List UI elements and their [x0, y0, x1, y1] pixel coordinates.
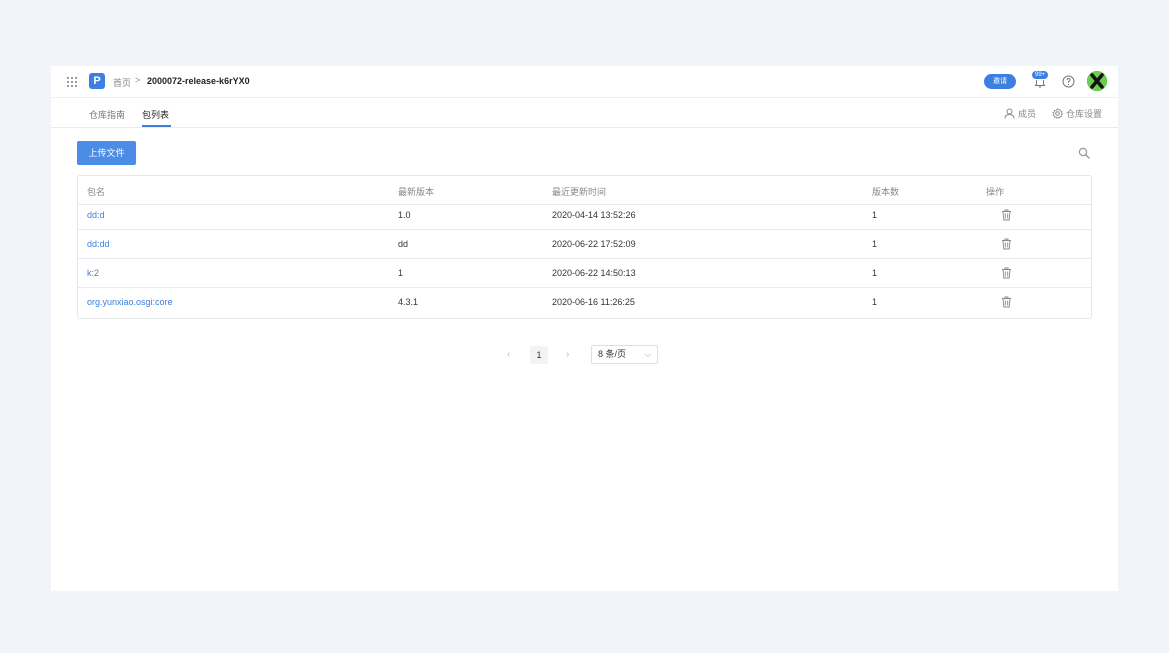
- breadcrumb-home[interactable]: 首页: [113, 76, 131, 89]
- avatar-x-icon: [1087, 71, 1107, 91]
- column-header-updated: 最近更新时间: [552, 187, 607, 197]
- table-row: k:2 1 2020-06-22 14:50:13 1: [78, 259, 1091, 288]
- tab-package-list[interactable]: 包列表: [142, 108, 169, 121]
- column-header-latest-version: 最新版本: [398, 187, 435, 197]
- column-header-name: 包名: [87, 187, 106, 197]
- trash-icon[interactable]: [1001, 238, 1012, 250]
- package-name-link[interactable]: org.yunxiao.osgi:core: [87, 297, 173, 307]
- repo-settings-label: 仓库设置: [1066, 109, 1103, 119]
- table-row: dd:d 1.0 2020-04-14 13:52:26 1: [78, 201, 1091, 230]
- table-row: dd:dd dd 2020-06-22 17:52:09 1: [78, 230, 1091, 259]
- package-name-link[interactable]: dd:dd: [87, 239, 110, 249]
- trash-icon[interactable]: [1001, 267, 1012, 279]
- version-count: 1: [872, 239, 878, 249]
- trash-icon[interactable]: [1001, 209, 1012, 221]
- members-label: 成员: [1018, 109, 1037, 119]
- upload-file-button[interactable]: 上传文件: [77, 141, 136, 165]
- version-count: 1: [872, 297, 878, 307]
- prev-page-chevron-icon[interactable]: ‹: [507, 349, 510, 360]
- avatar[interactable]: [1087, 71, 1107, 91]
- app-window: P 首页 > 2000072-release-k6rYX0 邀请 99+ 仓库指…: [51, 66, 1118, 591]
- latest-version: 1: [398, 268, 404, 278]
- package-table: 包名 最新版本 最近更新时间 版本数 操作 dd:d 1.0 2020-04-1…: [77, 175, 1092, 319]
- updated-time: 2020-06-16 11:26:25: [552, 297, 635, 307]
- column-header-actions: 操作: [986, 187, 1005, 197]
- invite-button[interactable]: 邀请: [984, 74, 1016, 89]
- package-name-link[interactable]: k:2: [87, 268, 99, 278]
- page-number-button[interactable]: 1: [530, 346, 548, 364]
- apps-grid-icon[interactable]: [66, 76, 78, 88]
- column-header-version-count: 版本数: [872, 187, 900, 197]
- tab-bar: 仓库指南 包列表 成员 仓库设置: [51, 98, 1118, 128]
- notification-badge: 99+: [1031, 70, 1050, 80]
- table-row: org.yunxiao.osgi:core 4.3.1 2020-06-16 1…: [78, 288, 1091, 317]
- package-name-link[interactable]: dd:d: [87, 210, 105, 220]
- gear-icon: [1052, 108, 1063, 119]
- members-button[interactable]: 成员: [1004, 107, 1036, 120]
- updated-time: 2020-06-22 17:52:09: [552, 239, 636, 249]
- updated-time: 2020-06-22 14:50:13: [552, 268, 636, 278]
- page-size-select[interactable]: 8 条/页 ⌵: [591, 345, 658, 364]
- latest-version: dd: [398, 239, 409, 249]
- breadcrumb-separator: >: [135, 75, 141, 85]
- search-icon[interactable]: [1078, 147, 1090, 159]
- latest-version: 1.0: [398, 210, 411, 220]
- trash-icon[interactable]: [1001, 296, 1012, 308]
- breadcrumb-current: 2000072-release-k6rYX0: [147, 76, 250, 86]
- active-tab-indicator: [142, 125, 171, 127]
- repo-settings-button[interactable]: 仓库设置: [1052, 107, 1102, 120]
- next-page-chevron-icon[interactable]: ›: [566, 349, 569, 360]
- app-logo[interactable]: P: [89, 73, 105, 89]
- page-size-value: 8 条/页: [598, 349, 627, 359]
- help-icon[interactable]: [1062, 75, 1075, 88]
- chevron-down-icon: ⌵: [644, 350, 651, 359]
- version-count: 1: [872, 210, 878, 220]
- top-header: P 首页 > 2000072-release-k6rYX0 邀请 99+: [51, 66, 1118, 98]
- updated-time: 2020-04-14 13:52:26: [552, 210, 636, 220]
- latest-version: 4.3.1: [398, 297, 419, 307]
- user-icon: [1004, 108, 1015, 119]
- version-count: 1: [872, 268, 878, 278]
- tab-repo-guide[interactable]: 仓库指南: [89, 108, 125, 121]
